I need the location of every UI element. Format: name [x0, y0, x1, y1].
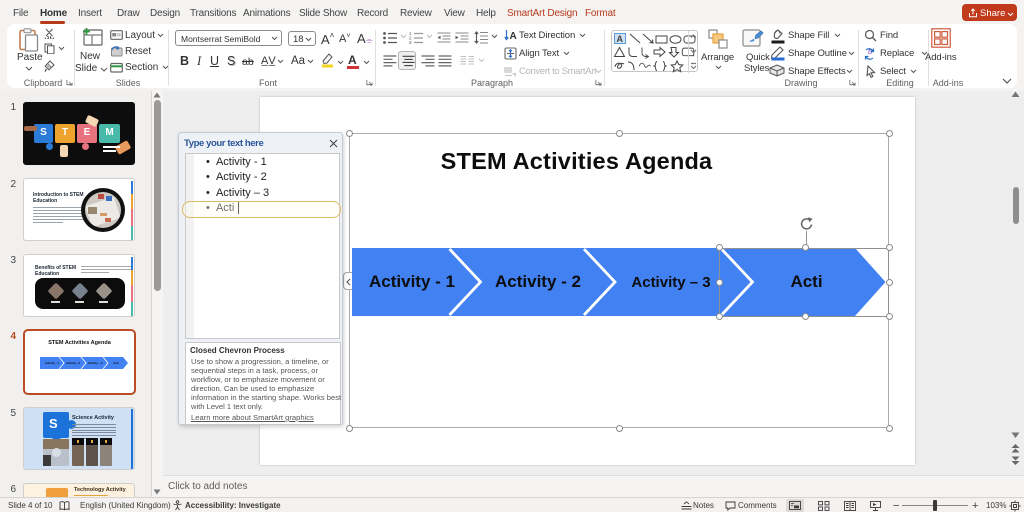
svg-text:Acti: Acti [113, 361, 119, 365]
svg-text:A: A [510, 31, 517, 42]
svg-text:3: 3 [409, 40, 412, 44]
svg-text:Activity – 3: Activity – 3 [88, 361, 103, 365]
svg-text:Activity - 1: Activity - 1 [45, 361, 60, 365]
svg-text:Activity - 2: Activity - 2 [66, 361, 81, 365]
svg-text:A: A [617, 34, 624, 44]
